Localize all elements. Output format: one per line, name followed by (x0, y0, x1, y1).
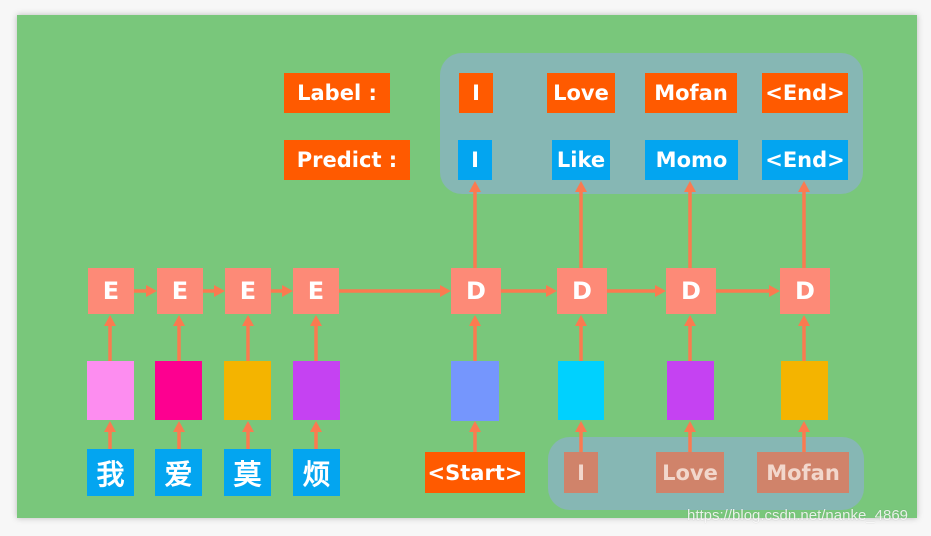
node-to-output-arrow (798, 181, 810, 268)
teacher-input-token: I (564, 452, 598, 493)
input-to-embedding-arrow (173, 421, 185, 449)
label-token: Mofan (645, 73, 737, 113)
label-token: I (459, 73, 493, 113)
input-to-embedding-arrow (684, 421, 696, 452)
encoder-embedding (155, 361, 202, 420)
predict-token: <End> (762, 140, 848, 180)
label-token: Love (547, 73, 615, 113)
encoder-embedding (87, 361, 134, 420)
embedding-to-node-arrow (798, 315, 810, 361)
decoder-arrow (501, 285, 557, 297)
embedding-to-node-arrow (242, 315, 254, 361)
teacher-input-token: Love (656, 452, 724, 493)
encoder-arrow (203, 285, 225, 297)
watermark: https://blog.csdn.net/nanke_4869 (687, 507, 909, 524)
predict-token: Momo (645, 140, 738, 180)
node-to-output-arrow (575, 181, 587, 268)
encoder-embedding (293, 361, 340, 420)
predict-header: Predict : (284, 140, 410, 180)
decoder-embedding (451, 361, 499, 421)
input-to-embedding-arrow (798, 421, 810, 452)
decoder-node: D (666, 268, 716, 314)
decoder-node: D (451, 268, 501, 314)
encoder-arrow (134, 285, 157, 297)
decoder-node: D (557, 268, 607, 314)
encoder-input-token: 烦 (293, 449, 340, 496)
encoder-node: E (293, 268, 339, 314)
node-to-output-arrow (469, 181, 481, 268)
predict-token: I (458, 140, 492, 180)
embedding-to-node-arrow (104, 315, 116, 361)
teacher-input-token: Mofan (757, 452, 849, 493)
start-token: <Start> (425, 452, 525, 493)
input-to-embedding-arrow (104, 421, 116, 449)
encoder-node: E (88, 268, 134, 314)
encoder-node: E (157, 268, 203, 314)
input-to-embedding-arrow (575, 421, 587, 452)
decoder-arrow (716, 285, 780, 297)
input-to-embedding-arrow (310, 421, 322, 449)
input-to-embedding-arrow (469, 421, 481, 452)
embedding-to-node-arrow (684, 315, 696, 361)
label-token: <End> (762, 73, 848, 113)
embedding-to-node-arrow (469, 315, 481, 361)
decoder-embedding (558, 361, 604, 420)
predict-token: Like (552, 140, 610, 180)
embedding-to-node-arrow (173, 315, 185, 361)
embedding-to-node-arrow (310, 315, 322, 361)
encoder-arrow (271, 285, 293, 297)
embedding-to-node-arrow (575, 315, 587, 361)
encoder-embedding (224, 361, 271, 420)
decoder-arrow (607, 285, 666, 297)
decoder-embedding (781, 361, 828, 420)
encoder-node: E (225, 268, 271, 314)
encoder-input-token: 莫 (224, 449, 271, 496)
decoder-node: D (780, 268, 830, 314)
input-to-embedding-arrow (242, 421, 254, 449)
context-arrow (339, 285, 451, 297)
encoder-input-token: 爱 (155, 449, 202, 496)
encoder-input-token: 我 (87, 449, 134, 496)
label-header: Label : (284, 73, 390, 113)
decoder-embedding (667, 361, 714, 420)
node-to-output-arrow (684, 181, 696, 268)
